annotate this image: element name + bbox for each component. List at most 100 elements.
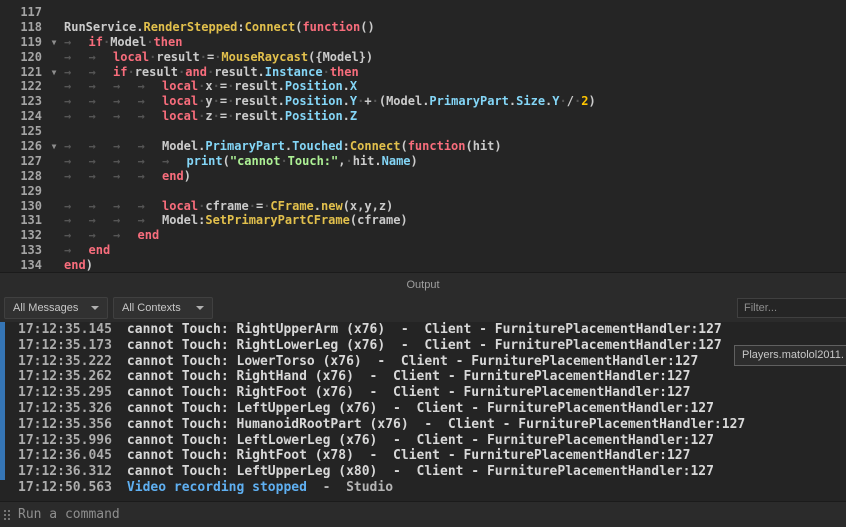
line-number[interactable]: 120 xyxy=(0,50,44,65)
tab-whitespace-icon: → xyxy=(137,153,145,168)
code-token: ( xyxy=(400,139,408,154)
line-number[interactable]: 126 xyxy=(0,139,44,154)
log-message: cannot Touch: LeftLowerLeg (x76) xyxy=(126,432,378,448)
code-line[interactable]: 126 ▼ → → → → Model.PrimaryPart.Touched:Connec… xyxy=(0,139,846,154)
code-token: SetPrimaryPartCFrame xyxy=(205,213,350,228)
log-row[interactable]: 17:12:35.326 cannot Touch: LeftUpperLeg (… xyxy=(0,401,846,417)
code-token: Touch:" xyxy=(287,153,339,168)
log-row[interactable]: 17:12:35.145 cannot Touch: RightUpperArm … xyxy=(0,322,846,338)
code-token: · xyxy=(212,94,220,109)
code-line[interactable]: 132 → → → end xyxy=(0,228,846,243)
log-row[interactable]: 17:12:36.312 cannot Touch: LeftUpperLeg (… xyxy=(0,464,846,480)
code-text: → → → → Model:SetPrimaryPartCFrame(cframe) xyxy=(64,213,408,228)
line-number[interactable]: 121 xyxy=(0,65,44,80)
code-line[interactable]: 128 → → → → end) xyxy=(0,169,846,184)
log-row[interactable]: 17:12:35.295 cannot Touch: RightFoot (x76… xyxy=(0,385,846,401)
line-number[interactable]: 131 xyxy=(0,213,44,228)
log-row[interactable]: 17:12:35.356 cannot Touch: HumanoidRootPa… xyxy=(0,417,846,433)
code-line[interactable]: 120 → → local·result·=·MouseRaycast({Model}… xyxy=(0,50,846,65)
code-token: · xyxy=(559,94,567,109)
line-number[interactable]: 128 xyxy=(0,169,44,184)
code-line[interactable]: 130 → → → → local·cframe·=·CFrame.new(x,y,z) xyxy=(0,199,846,214)
output-panel-header[interactable]: Output xyxy=(0,272,846,294)
code-token: Instance xyxy=(264,64,323,79)
tab-whitespace-icon: → xyxy=(137,198,145,213)
code-line[interactable]: 119 ▼ → if·Model·then xyxy=(0,35,846,50)
tab-whitespace-icon: → xyxy=(137,213,145,228)
all-messages-dropdown[interactable]: All Messages xyxy=(4,297,108,319)
log-context: - Client - FurniturePlacementHandler:127 xyxy=(353,448,691,464)
code-token: local xyxy=(113,49,150,64)
fold-arrow-icon[interactable]: ▼ xyxy=(44,65,64,80)
code-line[interactable]: 117 xyxy=(0,5,846,20)
code-token: and xyxy=(185,64,207,79)
output-log[interactable]: 17:12:35.145 cannot Touch: RightUpperArm … xyxy=(0,322,846,501)
code-token: = xyxy=(219,79,228,94)
code-line[interactable]: 127 → → → → → print("cannot·Touch:",·hit.Name) xyxy=(0,154,846,169)
code-line[interactable]: 118 RunService.RenderStepped:Connect(func… xyxy=(0,20,846,35)
code-token: end xyxy=(137,228,160,243)
fold-gutter xyxy=(44,50,64,65)
log-message: cannot Touch: RightUpperArm (x76) xyxy=(126,322,386,337)
code-text: → → → end xyxy=(64,228,159,243)
line-number[interactable]: 133 xyxy=(0,243,44,258)
line-number[interactable]: 132 xyxy=(0,228,44,243)
log-timestamp: 17:12:35.356 xyxy=(18,416,112,432)
line-number[interactable]: 127 xyxy=(0,154,44,169)
line-number[interactable]: 118 xyxy=(0,20,44,35)
code-line[interactable]: 134 end) xyxy=(0,258,846,272)
code-line[interactable]: 133 → end xyxy=(0,243,846,258)
tab-whitespace-icon: → xyxy=(88,228,96,243)
log-context: - Studio xyxy=(306,479,394,495)
code-line[interactable]: 131 → → → → Model:SetPrimaryPartCFrame(cframe… xyxy=(0,213,846,228)
code-token: + xyxy=(364,94,372,109)
code-token: then xyxy=(329,64,359,79)
code-line[interactable]: 122 → → → → local·x·=·result.Position.X xyxy=(0,79,846,94)
code-text: → → → → end) xyxy=(64,169,191,184)
log-row[interactable]: 17:12:35.173 cannot Touch: RightLowerLeg … xyxy=(0,338,846,354)
tab-whitespace-icon: → xyxy=(64,34,72,49)
line-number[interactable]: 124 xyxy=(0,109,44,124)
tab-whitespace-icon: → xyxy=(64,79,72,94)
code-text: → → → → local·cframe·=·CFrame.new(x,y,z) xyxy=(64,199,393,214)
line-number[interactable]: 125 xyxy=(0,124,44,139)
log-row[interactable]: 17:12:50.563 Video recording stopped - St… xyxy=(0,480,846,496)
log-row[interactable]: 17:12:36.045 cannot Touch: RightFoot (x78… xyxy=(0,448,846,464)
code-token: (cframe) xyxy=(349,213,408,228)
log-row[interactable]: 17:12:35.262 cannot Touch: RightHand (x76… xyxy=(0,369,846,385)
code-line[interactable]: 129 xyxy=(0,184,846,199)
log-row[interactable]: 17:12:35.996 cannot Touch: LeftLowerLeg (… xyxy=(0,433,846,449)
code-text: RunService.RenderStepped:Connect(functio… xyxy=(64,20,375,35)
tab-whitespace-icon: → xyxy=(64,109,72,124)
line-number[interactable]: 119 xyxy=(0,35,44,50)
drag-handle-icon[interactable] xyxy=(4,510,6,512)
command-input[interactable] xyxy=(14,502,834,527)
fold-gutter xyxy=(44,199,64,214)
code-token: : xyxy=(237,19,245,34)
line-number[interactable]: 134 xyxy=(0,258,44,272)
script-editor[interactable]: 117 118 RunService.RenderStepped:Connect(f… xyxy=(0,0,846,272)
tab-whitespace-icon: → xyxy=(64,139,72,154)
line-number[interactable]: 122 xyxy=(0,79,44,94)
code-text: → → → → → print("cannot·Touch:",·hit.Name) xyxy=(64,154,418,169)
code-line[interactable]: 121 ▼ → → if·result·and·result.Instance·then xyxy=(0,65,846,80)
log-row[interactable]: 17:12:35.222 cannot Touch: LowerTorso (x7… xyxy=(0,354,846,370)
fold-arrow-icon[interactable]: ▼ xyxy=(44,35,64,50)
tab-whitespace-icon: → xyxy=(113,198,121,213)
code-line[interactable]: 125 xyxy=(0,124,846,139)
line-number[interactable]: 130 xyxy=(0,199,44,214)
log-timestamp: 17:12:35.173 xyxy=(18,337,112,353)
all-contexts-dropdown[interactable]: All Contexts xyxy=(113,297,213,319)
log-timestamp: 17:12:35.222 xyxy=(18,353,112,369)
filter-input[interactable] xyxy=(737,298,846,318)
line-number[interactable]: 123 xyxy=(0,94,44,109)
code-line[interactable]: 123 → → → → local·y·=·result.Position.Y·+·(Mo… xyxy=(0,94,846,109)
line-number[interactable]: 117 xyxy=(0,5,44,20)
line-number[interactable]: 129 xyxy=(0,184,44,199)
code-token: CFrame xyxy=(270,198,314,213)
code-line[interactable]: 124 → → → → local·z·=·result.Position.Z xyxy=(0,109,846,124)
code-token: z xyxy=(205,109,213,124)
fold-arrow-icon[interactable]: ▼ xyxy=(44,139,64,154)
log-message: cannot Touch: RightLowerLeg (x76) xyxy=(126,337,386,353)
fold-gutter xyxy=(44,169,64,184)
